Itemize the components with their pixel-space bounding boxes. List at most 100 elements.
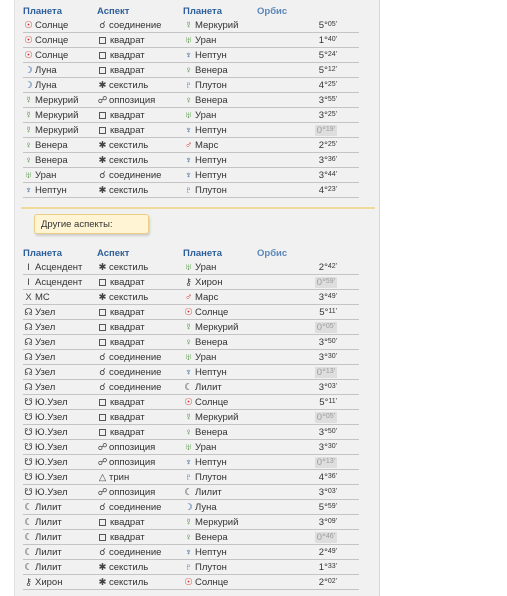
orbis-value: 3°44' bbox=[319, 170, 337, 181]
orbis-degrees: 4° bbox=[318, 184, 328, 196]
planet2-cell: ♆ Нептун bbox=[183, 454, 257, 470]
square-icon bbox=[99, 111, 106, 119]
orbis-value: 5°11' bbox=[319, 307, 337, 318]
planet-cell: ☊ Узел bbox=[23, 349, 97, 365]
table-row: ♀ Венера ✱ секстиль ♂ Марс 2°25' bbox=[23, 137, 359, 153]
header-planet2: Планета bbox=[183, 247, 222, 259]
venus-icon: ♀ bbox=[184, 94, 193, 106]
planet-cell: ☉ Солнце bbox=[23, 32, 97, 48]
orbis-value: 2°42' bbox=[319, 262, 337, 273]
planet-name: Уран bbox=[35, 169, 57, 181]
mercury-icon: ☿ bbox=[184, 19, 193, 31]
planet-cell: X MC bbox=[23, 289, 97, 305]
orbis-minutes: 19' bbox=[325, 125, 335, 133]
planet2-cell: ☉ Солнце bbox=[183, 574, 257, 590]
orbis-minutes: 05' bbox=[325, 322, 335, 330]
planet2-cell: ☿ Меркурий bbox=[183, 18, 257, 33]
orbis-value: 3°36' bbox=[319, 155, 337, 166]
aspect-cell: ☍ оппозиция bbox=[97, 454, 183, 470]
planet2-cell: ☾ Лилит bbox=[183, 484, 257, 500]
table-row: ⚷ Хирон ✱ секстиль ☉ Солнце 2°02' bbox=[23, 574, 359, 590]
orbis-cell: 0°13' bbox=[257, 454, 359, 470]
planet2-name: Плутон bbox=[195, 184, 227, 196]
orbis-value: 3°55' bbox=[319, 95, 337, 106]
header-aspect: Аспект bbox=[97, 247, 130, 259]
square-icon bbox=[99, 66, 106, 74]
aspect-cell: квадрат bbox=[97, 514, 183, 530]
planet-name: Луна bbox=[35, 64, 57, 76]
uranus-icon: ♅ bbox=[24, 169, 33, 181]
planet-cell: I Асцендент bbox=[23, 260, 97, 275]
planet-cell: ☿ Меркурий bbox=[23, 122, 97, 138]
square-icon bbox=[99, 36, 106, 44]
aspect-cell: квадрат bbox=[97, 409, 183, 425]
sextile-icon: ✱ bbox=[98, 139, 107, 151]
planet2-name: Луна bbox=[195, 501, 217, 513]
orbis-degrees: 3° bbox=[318, 154, 328, 166]
header-aspect: Аспект bbox=[97, 5, 130, 17]
planet-name: Ю.Узел bbox=[35, 411, 68, 423]
planet-name: Меркурий bbox=[35, 94, 79, 106]
aspect-cell: квадрат bbox=[97, 424, 183, 440]
aspect-cell: ✱ секстиль bbox=[97, 260, 183, 275]
orbis-minutes: 05' bbox=[325, 412, 335, 420]
planet-cell: ☉ Солнце bbox=[23, 47, 97, 63]
planet-cell: ☾ Лилит bbox=[23, 499, 97, 515]
aspect-cell: ☌ соединение bbox=[97, 364, 183, 380]
orbis-degrees: 3° bbox=[318, 516, 328, 528]
table-row: ☊ Узел ☌ соединение ♆ Нептун 0°13' bbox=[23, 364, 359, 380]
orbis-cell: 0°05' bbox=[257, 319, 359, 335]
sun-icon: ☉ bbox=[24, 34, 33, 46]
aspect-name: оппозиция bbox=[109, 441, 156, 453]
aspect-cell: квадрат bbox=[97, 304, 183, 320]
planet2-cell: ♀ Венера bbox=[183, 92, 257, 108]
table-row: ☿ Меркурий квадрат ♆ Нептун 0°19' bbox=[23, 122, 359, 138]
sun-icon: ☉ bbox=[24, 19, 33, 31]
orbis-minutes: 59' bbox=[327, 502, 337, 510]
orbis-value: 3°30' bbox=[319, 352, 337, 363]
planet2-name: Уран bbox=[195, 34, 217, 46]
planet-name: Узел bbox=[35, 336, 56, 348]
aspect-cell: ☌ соединение bbox=[97, 18, 183, 33]
aspect-name: квадрат bbox=[110, 396, 145, 408]
aspect-cell: ☌ соединение bbox=[97, 379, 183, 395]
planet2-cell: ☉ Солнце bbox=[183, 304, 257, 320]
aspect-cell: квадрат bbox=[97, 394, 183, 410]
table-row: ☋ Ю.Узел квадрат ☿ Меркурий 0°05' bbox=[23, 409, 359, 425]
planet2-cell: ☉ Солнце bbox=[183, 394, 257, 410]
planet2-cell: ♇ Плутон bbox=[183, 77, 257, 93]
neptune-icon: ♆ bbox=[184, 546, 193, 558]
planet-cell: ♀ Венера bbox=[23, 137, 97, 153]
mercury-icon: ☿ bbox=[184, 516, 193, 528]
south-node-icon: ☋ bbox=[24, 486, 33, 498]
ascendant-icon: I bbox=[27, 276, 30, 288]
planet2-name: Меркурий bbox=[195, 19, 239, 31]
orbis-degrees: 0° bbox=[316, 531, 326, 543]
table-row: ♀ Венера ✱ секстиль ♆ Нептун 3°36' bbox=[23, 152, 359, 168]
orbis-cell: 4°36' bbox=[257, 469, 359, 485]
orbis-degrees: 0° bbox=[316, 276, 326, 288]
planet-cell: ☿ Меркурий bbox=[23, 107, 97, 123]
orbis-value: 4°36' bbox=[319, 472, 337, 483]
orbis-value: 0°13' bbox=[314, 456, 337, 468]
orbis-degrees: 3° bbox=[318, 94, 328, 106]
aspect-cell: ☌ соединение bbox=[97, 167, 183, 183]
orbis-minutes: 25' bbox=[327, 110, 337, 118]
venus-icon: ♀ bbox=[24, 139, 33, 151]
moon-icon: ☽ bbox=[184, 501, 193, 513]
chiron-icon: ⚷ bbox=[25, 576, 32, 588]
planet-cell: ☊ Узел bbox=[23, 304, 97, 320]
conjunction-icon: ☌ bbox=[99, 546, 106, 558]
aspect-name: квадрат bbox=[110, 426, 145, 438]
planet2-name: Нептун bbox=[195, 169, 227, 181]
orbis-degrees: 3° bbox=[318, 441, 328, 453]
orbis-value: 1°40' bbox=[319, 35, 337, 46]
planet2-name: Марс bbox=[195, 291, 219, 303]
orbis-value: 3°50' bbox=[319, 427, 337, 438]
orbis-minutes: 09' bbox=[327, 517, 337, 525]
orbis-minutes: 49' bbox=[327, 292, 337, 300]
planet2-name: Хирон bbox=[195, 276, 223, 288]
aspect-name: квадрат bbox=[110, 336, 145, 348]
planet-name: Узел bbox=[35, 351, 56, 363]
square-icon bbox=[99, 398, 106, 406]
